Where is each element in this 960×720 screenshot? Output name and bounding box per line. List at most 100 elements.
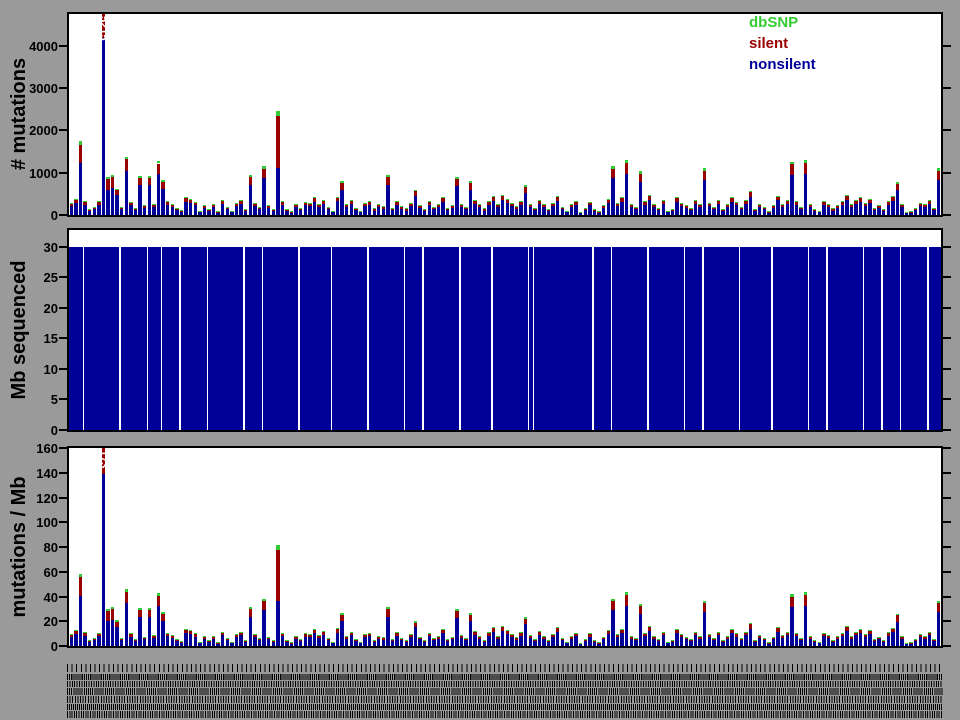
bar-segment-nonsilent [601, 208, 606, 215]
y-tick-label: 3000 [29, 80, 58, 96]
bar-segment-nonsilent [790, 607, 794, 646]
bar-segment-dbSNP [317, 635, 321, 637]
bar-segment-silent [845, 195, 849, 200]
bar-segment-silent [69, 635, 73, 638]
bar-segment-silent [840, 202, 845, 205]
bar-segment-dbSNP [450, 636, 454, 638]
bar-segment-silent [826, 204, 831, 207]
bar-segment-silent [638, 173, 643, 183]
bar-segment-nonsilent [221, 204, 225, 215]
bar-segment-dbSNP [413, 189, 418, 191]
bar-segment-nonsilent [482, 210, 487, 215]
bar-segment-silent [152, 204, 156, 208]
bar-segment-dbSNP [478, 204, 482, 206]
bar-segment-silent [487, 201, 491, 205]
bar-segment-silent [817, 211, 822, 213]
bar-segment-nonsilent [129, 636, 133, 646]
bar-segment-dbSNP [716, 631, 721, 633]
bar-segment-silent [849, 636, 854, 639]
bar-segment-dbSNP [634, 206, 638, 208]
bar-segment-nonsilent [317, 207, 321, 215]
bar-segment-nonsilent [528, 206, 532, 215]
bar-segment-nonsilent [225, 209, 230, 215]
bar-segment-dbSNP [285, 640, 289, 641]
bar-segment-silent [381, 206, 386, 209]
bar-segment-silent [110, 609, 115, 620]
bar-segment-silent [188, 631, 193, 635]
bar-segment-dbSNP [680, 634, 684, 636]
bar-segment-dbSNP [216, 642, 220, 644]
y-tick-label: 10 [43, 361, 58, 377]
bar-segment-nonsilent [175, 210, 179, 215]
bar-segment-dbSNP [693, 631, 698, 633]
bar-segment-dbSNP [556, 195, 560, 197]
y-tick-label: 60 [43, 564, 58, 580]
bar-segment-silent [363, 635, 367, 638]
bar-segment-nonsilent [647, 631, 652, 646]
bar-segment-dbSNP [707, 634, 711, 636]
bar-segment-silent [693, 201, 698, 205]
bar-segment-silent [886, 633, 890, 636]
bar-segment-silent [542, 636, 546, 639]
bar-segment-dbSNP [597, 641, 601, 643]
bar-segment-dbSNP [702, 168, 707, 171]
bar-segment-silent [129, 634, 133, 637]
bar-segment-nonsilent [702, 180, 707, 215]
bar-segment-silent [211, 636, 216, 639]
bar-segment-nonsilent [868, 634, 872, 646]
bar-segment-silent [790, 596, 794, 608]
bar-segment-silent [97, 202, 101, 205]
bar-segment-silent [643, 633, 647, 637]
bar-segment-dbSNP [932, 638, 936, 640]
bar-segment-silent [491, 628, 496, 633]
bar-segment-nonsilent [891, 201, 895, 215]
bar-segment-silent [266, 206, 271, 209]
bar-segment-dbSNP [97, 632, 101, 634]
bar-segment-silent [895, 183, 900, 191]
bar-segment-silent [404, 640, 409, 642]
bar-segment-silent [280, 633, 285, 637]
bar-segment-dbSNP [758, 634, 762, 636]
bar-segment-dbSNP [813, 640, 817, 641]
bar-segment-silent [202, 637, 207, 639]
bar-segment-silent [758, 204, 762, 207]
mb-group-separator [330, 246, 332, 430]
bar-segment-silent [748, 624, 753, 629]
bar-segment-nonsilent [491, 200, 496, 215]
bar-segment-nonsilent [276, 168, 280, 215]
bar-segment-dbSNP [115, 188, 119, 191]
bar-segment-dbSNP [744, 631, 748, 633]
bar-segment-silent [363, 203, 367, 207]
bar-segment-silent [248, 176, 252, 185]
bar-segment-silent [468, 182, 473, 190]
bar-segment-nonsilent [207, 211, 211, 215]
bar-segment-dbSNP [234, 634, 239, 636]
bar-segment-silent [92, 207, 96, 210]
bar-segment-nonsilent [363, 206, 367, 215]
bar-segment-dbSNP [611, 598, 615, 601]
bar-segment-dbSNP [459, 634, 464, 636]
bar-segment-nonsilent [551, 637, 555, 646]
y-tick-left [59, 367, 67, 370]
mb-group-separator [422, 246, 424, 430]
bar-segment-dbSNP [556, 627, 560, 629]
bar-segment-nonsilent [175, 641, 179, 646]
bar-segment-dbSNP [358, 210, 363, 212]
bar-segment-silent [482, 640, 487, 642]
bar-segment-nonsilent [588, 205, 592, 215]
bar-segment-silent [120, 638, 124, 641]
bar-segment-silent [937, 602, 941, 612]
bar-segment-dbSNP [349, 631, 353, 633]
bar-segment-silent [156, 163, 161, 175]
bar-segment-nonsilent [262, 178, 266, 215]
bar-segment-nonsilent [234, 637, 239, 646]
bar-segment-silent [221, 632, 225, 636]
bar-segment-dbSNP [551, 634, 555, 636]
bar-segment-nonsilent [418, 639, 422, 646]
bar-segment-nonsilent [767, 212, 771, 215]
bar-segment-silent [872, 208, 877, 210]
y-tick-left [59, 570, 67, 573]
bar-segment-dbSNP [87, 209, 92, 211]
bar-segment-dbSNP [106, 609, 110, 612]
bar-segment-silent [175, 640, 179, 642]
